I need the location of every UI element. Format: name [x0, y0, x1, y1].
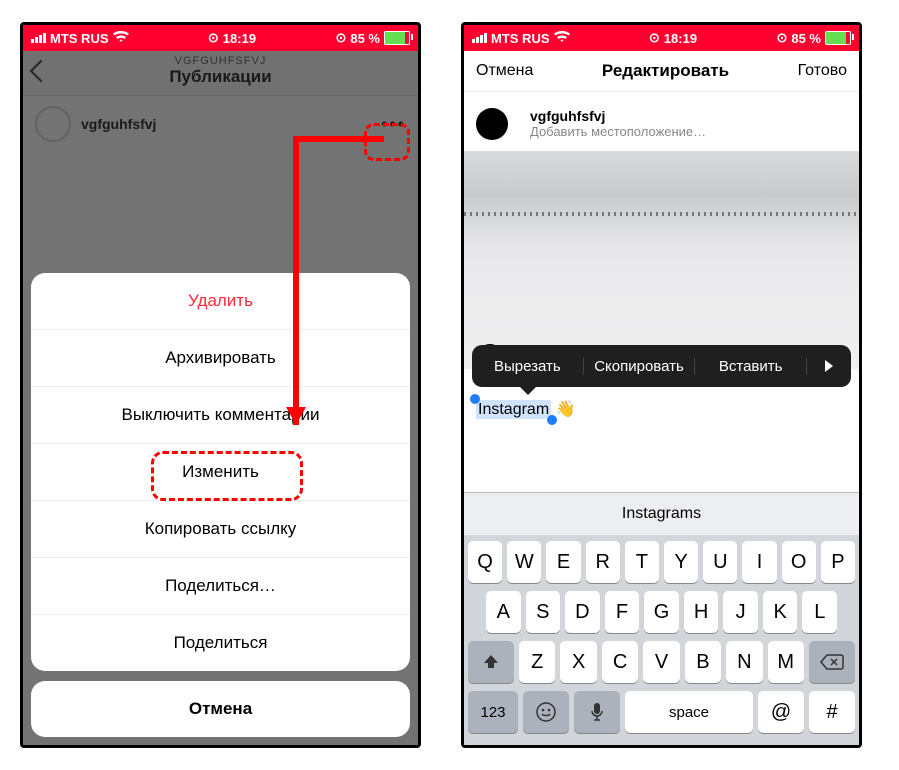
sheet-share-ellipsis[interactable]: Поделиться…	[31, 557, 410, 614]
key-a[interactable]: A	[486, 591, 521, 633]
sheet-cancel[interactable]: Отмена	[31, 681, 410, 737]
key-x[interactable]: X	[560, 641, 596, 683]
alarm2-icon: ⊙	[776, 30, 787, 46]
sheet-copy-link[interactable]: Копировать ссылку	[31, 500, 410, 557]
key-y[interactable]: Y	[664, 541, 698, 583]
edit-author-row: vgfguhfsfvj Добавить местоположение…	[464, 92, 859, 151]
battery-icon	[384, 31, 410, 45]
action-sheet: Удалить Архивировать Выключить комментар…	[31, 273, 410, 737]
wifi-icon	[113, 31, 129, 46]
sheet-comments-off[interactable]: Выключить комментарии	[31, 386, 410, 443]
signal-icon	[472, 33, 487, 43]
key-w[interactable]: W	[507, 541, 541, 583]
key-at[interactable]: @	[758, 691, 804, 733]
key-mic-icon[interactable]	[574, 691, 620, 733]
key-p[interactable]: P	[821, 541, 855, 583]
alarm2-icon: ⊙	[335, 30, 346, 46]
sheet-share[interactable]: Поделиться	[31, 614, 410, 671]
caption-selected-text: Instagram	[476, 400, 551, 419]
menu-paste[interactable]: Вставить	[695, 358, 807, 375]
key-emoji-icon[interactable]	[523, 691, 569, 733]
key-m[interactable]: M	[768, 641, 804, 683]
author-username[interactable]: vgfguhfsfvj	[530, 108, 706, 124]
status-bar: MTS RUS ⊙ 18:19 ⊙ 85 %	[464, 25, 859, 51]
wifi-icon	[554, 31, 570, 46]
key-123[interactable]: 123	[468, 691, 518, 733]
battery-pct: 85 %	[350, 31, 380, 46]
keyboard-suggestion[interactable]: Instagrams	[464, 492, 859, 535]
add-location-link[interactable]: Добавить местоположение…	[530, 124, 706, 139]
battery-icon	[825, 31, 851, 45]
key-f[interactable]: F	[605, 591, 640, 633]
annotation-highlight-dots	[364, 123, 410, 161]
alarm-icon: ⊙	[208, 30, 219, 46]
edit-header: Отмена Редактировать Готово	[464, 51, 859, 92]
key-c[interactable]: C	[602, 641, 638, 683]
key-s[interactable]: S	[526, 591, 561, 633]
key-g[interactable]: G	[644, 591, 679, 633]
key-k[interactable]: K	[763, 591, 798, 633]
key-t[interactable]: T	[625, 541, 659, 583]
key-shift-icon[interactable]	[468, 641, 514, 683]
avatar[interactable]	[476, 108, 508, 140]
menu-copy[interactable]: Скопировать	[584, 358, 696, 375]
key-q[interactable]: Q	[468, 541, 502, 583]
text-edit-menu: Вырезать Скопировать Вставить	[472, 345, 851, 387]
key-d[interactable]: D	[565, 591, 600, 633]
alarm-icon: ⊙	[649, 30, 660, 46]
key-b[interactable]: B	[685, 641, 721, 683]
edit-title: Редактировать	[602, 61, 729, 81]
phone-left: MTS RUS ⊙ 18:19 ⊙ 85 % VGFGUHFSFVJ Публи…	[20, 22, 421, 748]
signal-icon	[31, 33, 46, 43]
time-label: 18:19	[664, 31, 697, 46]
carrier-label: MTS RUS	[491, 31, 550, 46]
key-space[interactable]: space	[625, 691, 753, 733]
key-z[interactable]: Z	[519, 641, 555, 683]
key-h[interactable]: H	[684, 591, 719, 633]
sheet-delete[interactable]: Удалить	[31, 273, 410, 329]
key-backspace-icon[interactable]	[809, 641, 855, 683]
keyboard: Instagrams QWERTYUIOP ASDFGHJKL ZXCVBNM …	[464, 492, 859, 745]
battery-pct: 85 %	[791, 31, 821, 46]
key-n[interactable]: N	[726, 641, 762, 683]
post-photo: Вырезать Скопировать Вставить	[464, 151, 859, 369]
time-label: 18:19	[223, 31, 256, 46]
cancel-button[interactable]: Отмена	[476, 62, 533, 80]
key-v[interactable]: V	[643, 641, 679, 683]
status-bar: MTS RUS ⊙ 18:19 ⊙ 85 %	[23, 25, 418, 51]
key-e[interactable]: E	[546, 541, 580, 583]
menu-cut[interactable]: Вырезать	[472, 358, 584, 375]
key-l[interactable]: L	[802, 591, 837, 633]
menu-more-icon[interactable]	[807, 360, 851, 372]
key-r[interactable]: R	[586, 541, 620, 583]
key-u[interactable]: U	[703, 541, 737, 583]
phone-right: MTS RUS ⊙ 18:19 ⊙ 85 % Отмена Редактироват…	[461, 22, 862, 748]
done-button[interactable]: Готово	[798, 62, 847, 80]
sheet-archive[interactable]: Архивировать	[31, 329, 410, 386]
caption-emoji: 👋	[556, 401, 576, 418]
key-i[interactable]: I	[742, 541, 776, 583]
carrier-label: MTS RUS	[50, 31, 109, 46]
key-j[interactable]: J	[723, 591, 758, 633]
key-hash[interactable]: #	[809, 691, 855, 733]
key-o[interactable]: O	[782, 541, 816, 583]
annotation-highlight-edit	[151, 451, 303, 501]
